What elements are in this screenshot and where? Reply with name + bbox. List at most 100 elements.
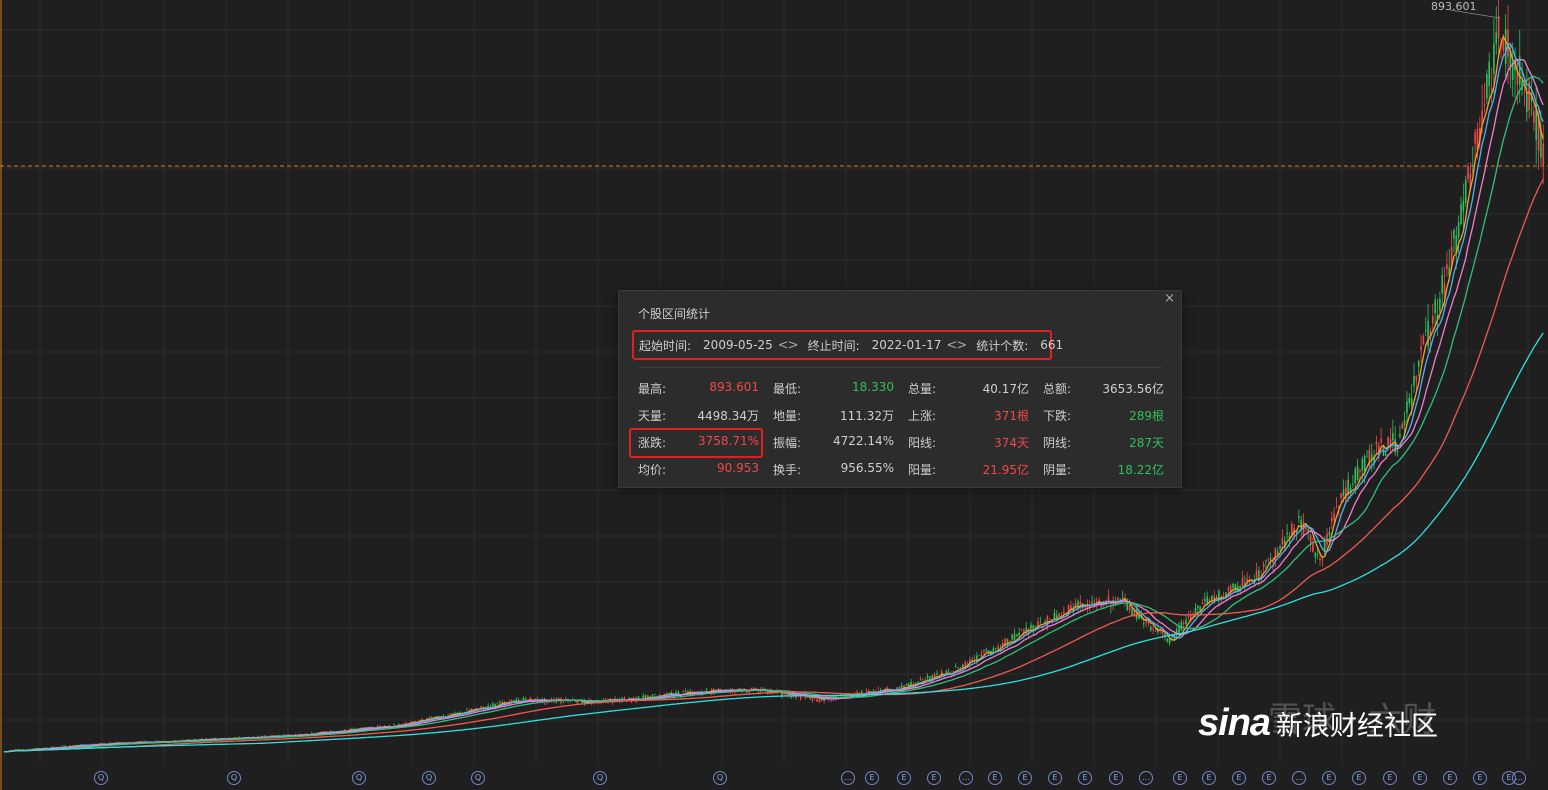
candle-body xyxy=(1121,596,1124,598)
event-marker-icon[interactable]: Q xyxy=(227,771,241,785)
candle-body xyxy=(973,658,976,660)
stat-cell: 阴线: 287天 xyxy=(1043,434,1164,451)
candle-body xyxy=(1039,622,1042,624)
event-marker-icon[interactable]: E xyxy=(1322,771,1336,785)
candle-body xyxy=(480,706,482,708)
stat-label: 地量: xyxy=(773,409,802,423)
candle-body xyxy=(1128,604,1131,610)
candle-body xyxy=(1495,32,1498,44)
candle-body xyxy=(1392,432,1394,441)
candle-body xyxy=(181,739,184,741)
event-marker-icon[interactable]: E xyxy=(1413,771,1427,785)
candle-body xyxy=(496,702,499,704)
close-icon[interactable]: × xyxy=(1164,291,1175,306)
event-marker-icon[interactable]: Q xyxy=(94,771,108,785)
candle-body xyxy=(487,705,489,707)
event-marker-icon[interactable]: … xyxy=(841,771,855,785)
event-marker-icon[interactable]: E xyxy=(1078,771,1092,785)
candle-body xyxy=(449,713,452,715)
candle-body xyxy=(816,698,818,702)
event-marker-icon[interactable]: Q xyxy=(713,771,727,785)
watermark: 雪球 · 六财 sina 新浪财经社区 xyxy=(1198,700,1438,745)
candle-body xyxy=(865,690,868,692)
candle-body xyxy=(1182,622,1185,624)
sina-logo: sina xyxy=(1198,702,1271,744)
end-time-arrows-icon[interactable]: <> xyxy=(946,338,967,353)
event-marker-icon[interactable]: Q xyxy=(471,771,485,785)
candle-body xyxy=(1387,437,1389,446)
candle-body xyxy=(1342,489,1345,496)
event-marker-icon[interactable]: E xyxy=(927,771,941,785)
candle-body xyxy=(1441,274,1443,294)
event-marker-icon[interactable]: E xyxy=(1443,771,1457,785)
candle-body xyxy=(1526,92,1528,112)
event-marker-icon[interactable]: E xyxy=(865,771,879,785)
candle-body xyxy=(992,648,995,653)
stat-value: 4722.14% xyxy=(832,434,894,448)
candle-body xyxy=(1375,442,1378,445)
candle-body xyxy=(1206,596,1208,604)
candle-body xyxy=(804,696,807,699)
event-marker-icon[interactable]: E xyxy=(1262,771,1276,785)
event-marker-icon[interactable]: E xyxy=(1352,771,1366,785)
event-marker-icon[interactable]: E xyxy=(1232,771,1246,785)
stat-value: 40.17亿 xyxy=(982,382,1029,396)
event-marker-icon[interactable]: E xyxy=(1383,771,1397,785)
candle-body xyxy=(1483,104,1486,106)
candle-body xyxy=(910,682,912,685)
candle-body xyxy=(964,662,966,666)
candle-body xyxy=(936,673,938,675)
candle-body xyxy=(1213,596,1216,599)
event-marker-icon[interactable]: Q xyxy=(352,771,366,785)
candle-body xyxy=(745,691,748,693)
interval-stats-panel: 个股区间统计 × 起始时间: 2009-05-25 <> 终止时间: 2022-… xyxy=(618,290,1182,488)
candle-body xyxy=(1100,605,1103,608)
event-marker-icon[interactable]: … xyxy=(1139,771,1153,785)
start-time-value[interactable]: 2009-05-25 xyxy=(703,338,773,352)
event-marker-icon[interactable]: … xyxy=(1512,771,1526,785)
event-marker-icon[interactable]: … xyxy=(959,771,973,785)
candle-body xyxy=(1385,453,1387,456)
candle-body xyxy=(1034,625,1037,627)
candle-body xyxy=(1446,264,1448,270)
stat-label: 总量: xyxy=(908,382,937,396)
start-time-arrows-icon[interactable]: <> xyxy=(778,338,799,353)
event-marker-icon[interactable]: E xyxy=(1048,771,1062,785)
candle-body xyxy=(1417,361,1420,367)
event-marker-icon[interactable]: E xyxy=(988,771,1002,785)
candle-body xyxy=(966,662,969,664)
candle-body xyxy=(658,694,661,696)
candle-body xyxy=(459,712,461,714)
end-time-value[interactable]: 2022-01-17 xyxy=(872,338,942,352)
candle-body xyxy=(1265,560,1267,561)
stat-value: 374天 xyxy=(994,436,1029,450)
candle-body xyxy=(1424,330,1427,332)
candle-body xyxy=(1056,615,1058,619)
candle-body xyxy=(1048,618,1051,620)
divider xyxy=(638,367,1162,368)
candle-body xyxy=(832,699,835,701)
candle-body xyxy=(1432,315,1434,324)
event-marker-icon[interactable]: E xyxy=(897,771,911,785)
candle-body xyxy=(1486,74,1488,99)
event-marker-icon[interactable]: E xyxy=(1109,771,1123,785)
stat-label: 均价: xyxy=(638,463,667,477)
candle-body xyxy=(1309,535,1312,543)
stat-label: 最低: xyxy=(773,382,802,396)
event-marker-icon[interactable]: E xyxy=(1473,771,1487,785)
stat-cell: 涨跌: 3758.71% xyxy=(638,434,773,451)
event-marker-icon[interactable]: Q xyxy=(422,771,436,785)
candle-body xyxy=(1493,43,1495,74)
candle-body xyxy=(1497,16,1500,39)
stats-row: 涨跌: 3758.71% 振幅: 4722.14% 阳线: 374天 阴线: 287天 xyxy=(638,429,1164,456)
candle-body xyxy=(818,699,821,702)
candle-body xyxy=(933,673,936,678)
event-marker-icon[interactable]: E xyxy=(1018,771,1032,785)
event-marker-icon[interactable]: E xyxy=(1202,771,1216,785)
event-marker-icon[interactable]: … xyxy=(1292,771,1306,785)
event-marker-icon[interactable]: Q xyxy=(593,771,607,785)
candle-body xyxy=(1453,229,1455,239)
candle-body xyxy=(978,655,981,657)
candle-body xyxy=(926,675,929,678)
event-marker-icon[interactable]: E xyxy=(1173,771,1187,785)
